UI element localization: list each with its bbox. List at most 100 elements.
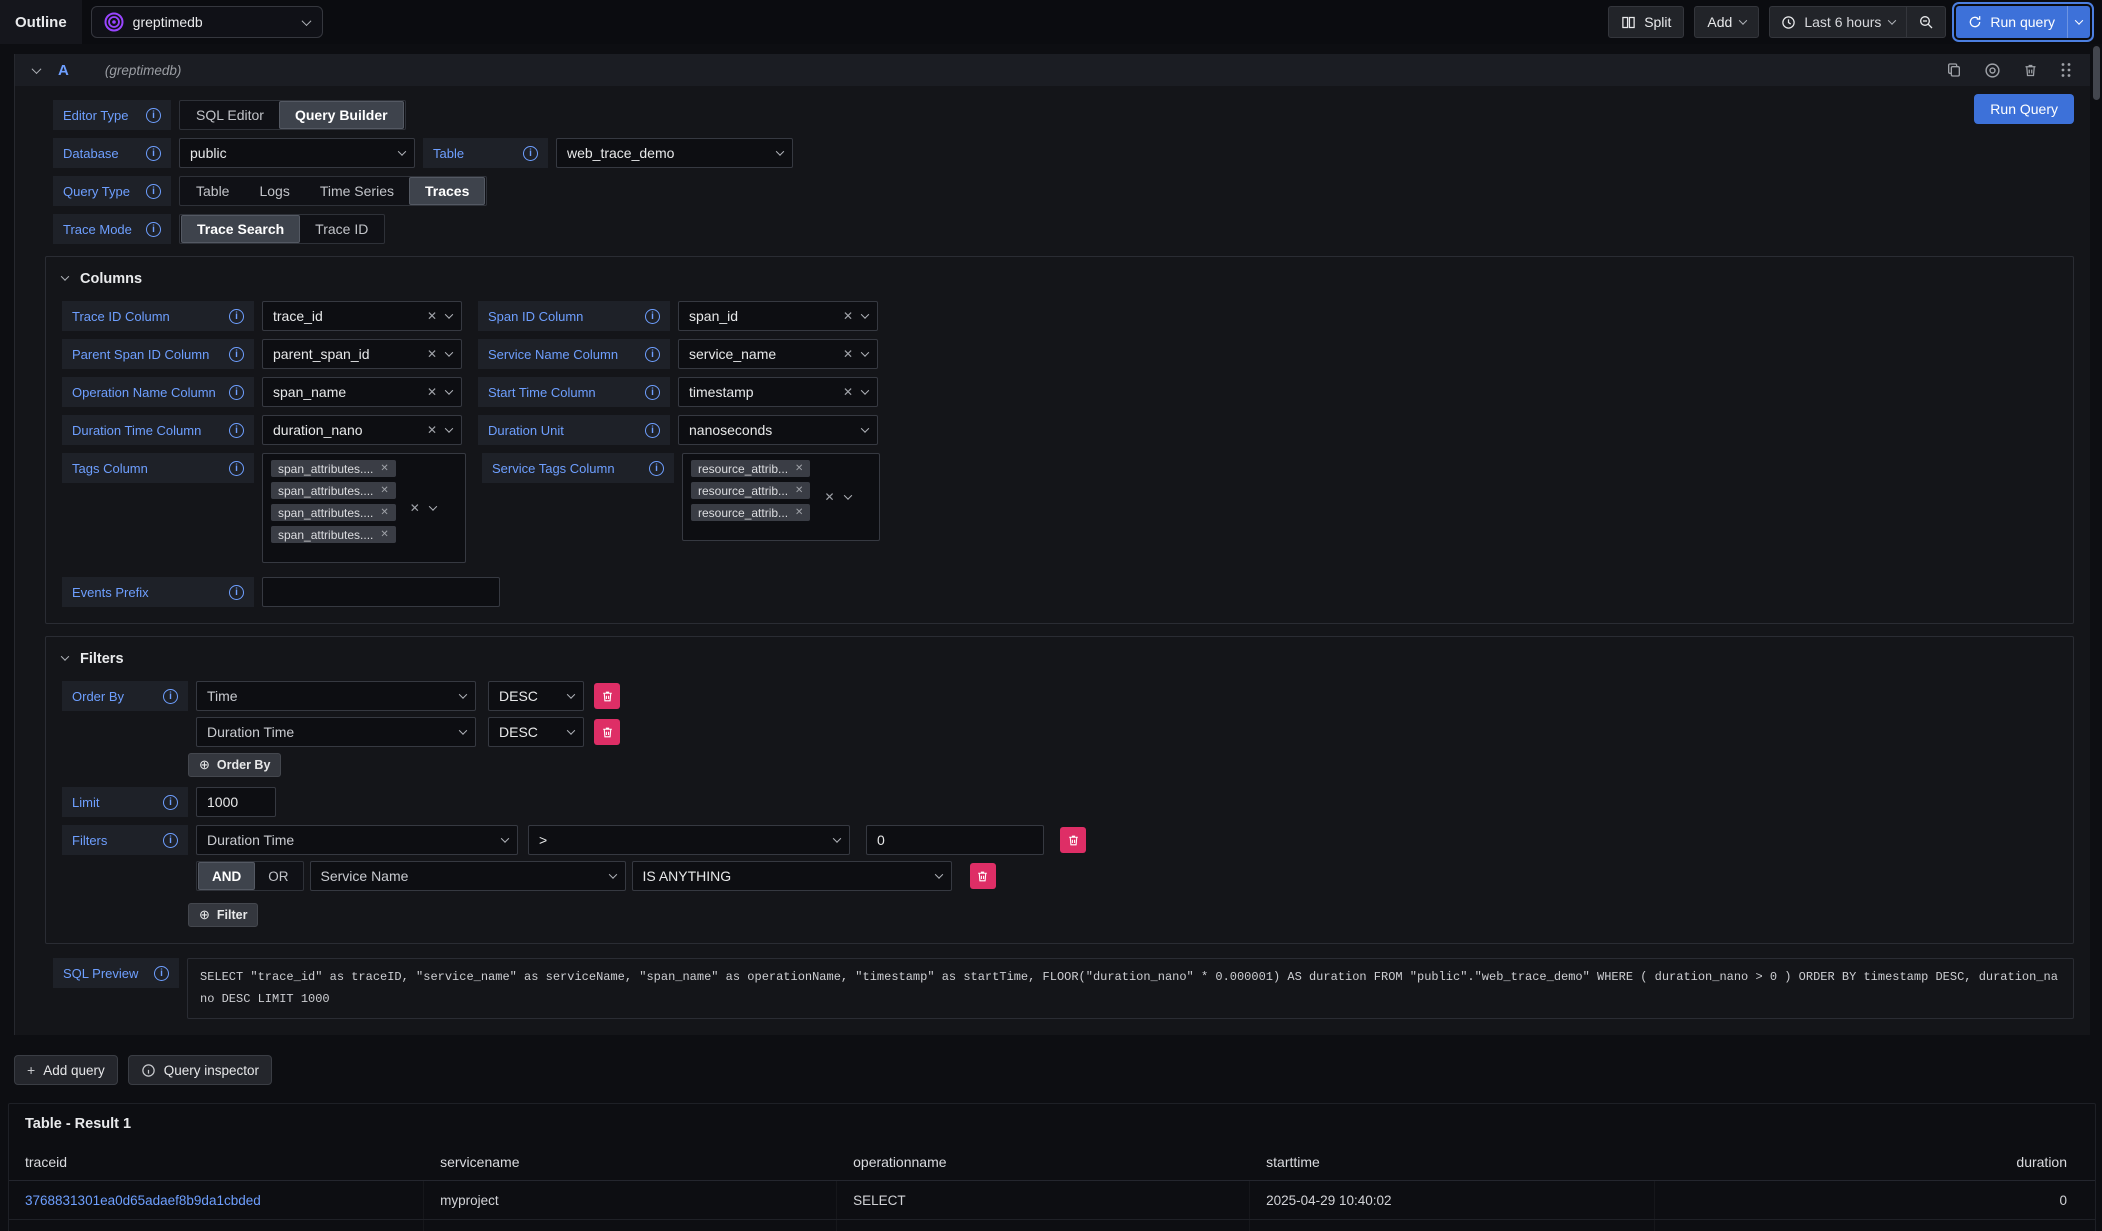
query-inspector-button[interactable]: Query inspector xyxy=(128,1055,272,1085)
clear-icon[interactable]: ✕ xyxy=(427,424,437,436)
info-icon[interactable]: i xyxy=(146,184,161,199)
clear-all-icon[interactable]: ✕ xyxy=(410,502,420,514)
add-filter-button[interactable]: ⊕ Filter xyxy=(188,903,258,927)
drag-handle-icon[interactable] xyxy=(2060,62,2072,78)
filter-field-select-2[interactable]: Service Name xyxy=(310,861,626,891)
service-name-column-select[interactable]: service_name ✕ xyxy=(678,339,878,369)
filter-field-select-1[interactable]: Duration Time xyxy=(196,825,518,855)
add-order-by-button[interactable]: ⊕ Order By xyxy=(188,753,281,777)
table-select[interactable]: web_trace_demo xyxy=(556,138,793,168)
info-icon[interactable]: i xyxy=(229,309,244,324)
trace-search-option[interactable]: Trace Search xyxy=(181,215,300,243)
info-icon[interactable]: i xyxy=(645,309,660,324)
info-icon[interactable]: i xyxy=(229,461,244,476)
info-icon[interactable]: i xyxy=(146,146,161,161)
remove-order-by-button[interactable] xyxy=(594,683,620,709)
clear-icon[interactable]: ✕ xyxy=(843,386,853,398)
query-type-traces-option[interactable]: Traces xyxy=(409,177,485,205)
split-button[interactable]: Split xyxy=(1608,6,1684,38)
query-type-timeseries-option[interactable]: Time Series xyxy=(305,177,409,205)
remove-chip-icon[interactable]: ✕ xyxy=(795,486,803,496)
collapse-query-chevron-icon[interactable] xyxy=(32,64,42,74)
or-option[interactable]: OR xyxy=(255,862,301,890)
add-query-button[interactable]: + Add query xyxy=(14,1055,118,1085)
outline-label[interactable]: Outline xyxy=(0,0,82,44)
sql-editor-option[interactable]: SQL Editor xyxy=(181,101,279,129)
traceid-link[interactable]: 3768831301ea0d65adaef8b9da1cbded xyxy=(9,1181,424,1219)
trash-icon[interactable] xyxy=(2023,63,2038,78)
eye-icon[interactable] xyxy=(1984,62,2001,79)
trace-id-column-select[interactable]: trace_id ✕ xyxy=(262,301,462,331)
traceid-link[interactable]: 3768831301ea0d65adaef8b9da1cbded xyxy=(9,1220,424,1231)
order-by-direction-select-1[interactable]: DESC xyxy=(488,681,584,711)
filters-section-header[interactable]: Filters xyxy=(62,651,2057,667)
run-query-inline-button[interactable]: Run Query xyxy=(1974,94,2074,124)
info-icon[interactable]: i xyxy=(146,108,161,123)
query-builder-option[interactable]: Query Builder xyxy=(279,101,404,129)
run-query-options-button[interactable] xyxy=(2068,6,2090,38)
remove-chip-icon[interactable]: ✕ xyxy=(380,508,388,518)
remove-filter-button[interactable] xyxy=(970,863,996,889)
database-select[interactable]: public xyxy=(179,138,415,168)
filter-operator-select-2[interactable]: IS ANYTHING xyxy=(632,861,952,891)
column-header-starttime[interactable]: starttime xyxy=(1250,1154,1655,1180)
info-icon[interactable]: i xyxy=(229,385,244,400)
tag-chip[interactable]: span_attributes....✕ xyxy=(271,460,396,477)
info-icon[interactable]: i xyxy=(229,423,244,438)
run-query-button-top[interactable]: Run query xyxy=(1956,6,2067,38)
column-header-traceid[interactable]: traceid xyxy=(9,1154,424,1180)
clear-icon[interactable]: ✕ xyxy=(843,310,853,322)
info-icon[interactable]: i xyxy=(154,966,169,981)
duration-time-column-select[interactable]: duration_nano ✕ xyxy=(262,415,462,445)
info-icon[interactable]: i xyxy=(523,146,538,161)
info-icon[interactable]: i xyxy=(163,833,178,848)
events-prefix-input[interactable] xyxy=(262,577,500,607)
column-header-servicename[interactable]: servicename xyxy=(424,1154,837,1180)
order-by-field-select-2[interactable]: Duration Time xyxy=(196,717,476,747)
service-tag-chip[interactable]: resource_attrib...✕ xyxy=(691,482,810,499)
info-icon[interactable]: i xyxy=(146,222,161,237)
add-button[interactable]: Add xyxy=(1694,6,1759,38)
clear-all-icon[interactable]: ✕ xyxy=(824,491,834,503)
clear-icon[interactable]: ✕ xyxy=(843,348,853,360)
remove-chip-icon[interactable]: ✕ xyxy=(380,464,388,474)
info-icon[interactable]: i xyxy=(645,423,660,438)
info-icon[interactable]: i xyxy=(163,689,178,704)
clear-icon[interactable]: ✕ xyxy=(427,386,437,398)
duration-unit-select[interactable]: nanoseconds xyxy=(678,415,878,445)
service-tag-chip[interactable]: resource_attrib...✕ xyxy=(691,504,810,521)
operation-name-column-select[interactable]: span_name ✕ xyxy=(262,377,462,407)
info-icon[interactable]: i xyxy=(229,347,244,362)
query-type-logs-option[interactable]: Logs xyxy=(244,177,304,205)
service-tag-chip[interactable]: resource_attrib...✕ xyxy=(691,460,810,477)
column-header-operationname[interactable]: operationname xyxy=(837,1154,1250,1180)
time-range-picker[interactable]: Last 6 hours xyxy=(1770,7,1906,37)
span-id-column-select[interactable]: span_id ✕ xyxy=(678,301,878,331)
columns-section-header[interactable]: Columns xyxy=(62,271,2057,287)
tag-chip[interactable]: span_attributes....✕ xyxy=(271,504,396,521)
query-ref-id[interactable]: A xyxy=(58,62,69,79)
remove-order-by-button[interactable] xyxy=(594,719,620,745)
query-type-table-option[interactable]: Table xyxy=(181,177,244,205)
clear-icon[interactable]: ✕ xyxy=(427,310,437,322)
info-icon[interactable]: i xyxy=(645,385,660,400)
tags-column-multiselect[interactable]: span_attributes....✕ span_attributes....… xyxy=(262,453,466,563)
tag-chip[interactable]: span_attributes....✕ xyxy=(271,482,396,499)
service-tags-column-multiselect[interactable]: resource_attrib...✕ resource_attrib...✕ … xyxy=(682,453,880,541)
clear-icon[interactable]: ✕ xyxy=(427,348,437,360)
remove-chip-icon[interactable]: ✕ xyxy=(380,486,388,496)
remove-chip-icon[interactable]: ✕ xyxy=(795,508,803,518)
info-icon[interactable]: i xyxy=(229,585,244,600)
remove-chip-icon[interactable]: ✕ xyxy=(795,464,803,474)
order-by-direction-select-2[interactable]: DESC xyxy=(488,717,584,747)
zoom-out-time-button[interactable] xyxy=(1907,7,1945,37)
order-by-field-select-1[interactable]: Time xyxy=(196,681,476,711)
info-icon[interactable]: i xyxy=(649,461,664,476)
filter-value-input-1[interactable] xyxy=(866,825,1044,855)
tag-chip[interactable]: span_attributes....✕ xyxy=(271,526,396,543)
scrollbar-thumb[interactable] xyxy=(2093,46,2100,100)
limit-input[interactable] xyxy=(196,787,276,817)
info-icon[interactable]: i xyxy=(163,795,178,810)
column-header-duration[interactable]: duration xyxy=(1655,1154,2095,1180)
filter-operator-select-1[interactable]: > xyxy=(528,825,850,855)
